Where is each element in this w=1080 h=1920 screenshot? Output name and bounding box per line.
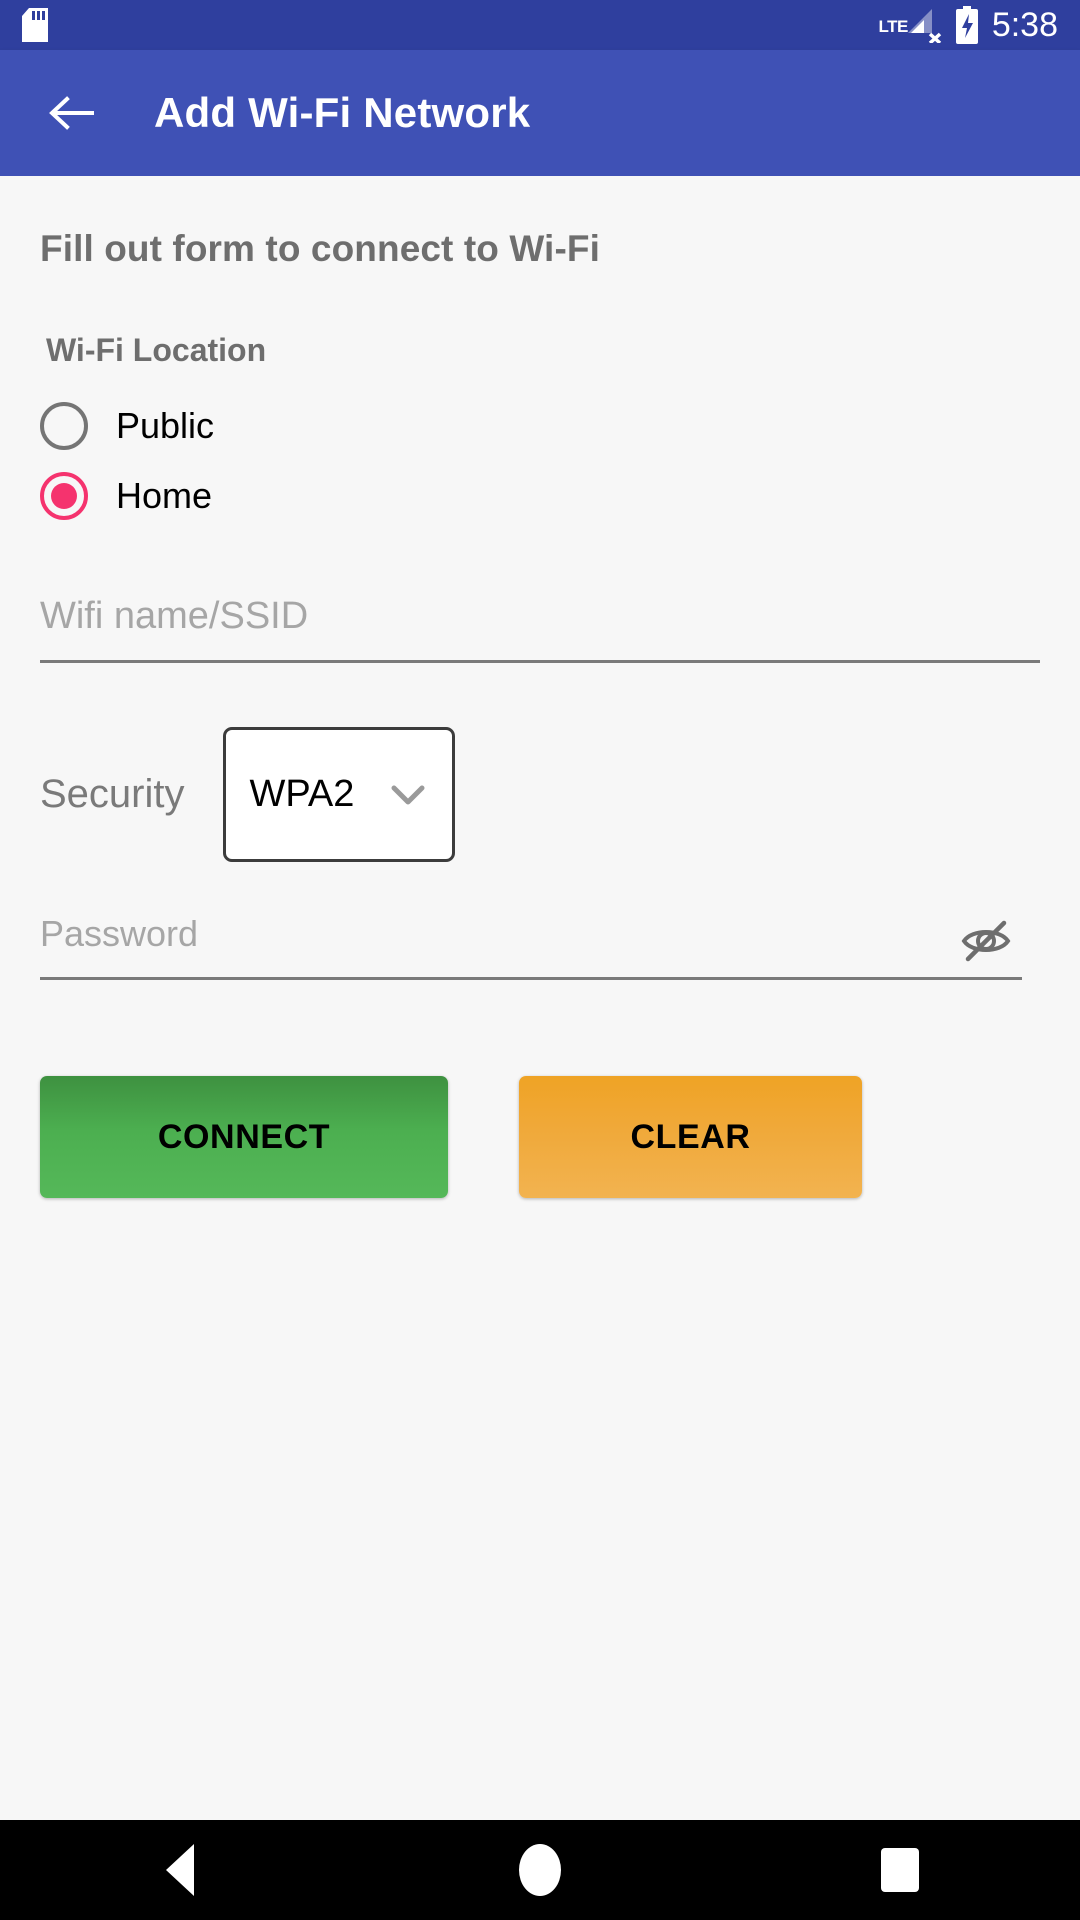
radio-label-home: Home bbox=[116, 475, 213, 516]
radio-circle-public[interactable] bbox=[40, 402, 88, 450]
security-row: Security WPA2 bbox=[40, 727, 1040, 862]
system-nav-bar bbox=[0, 1820, 1080, 1920]
radio-option-public[interactable]: Public bbox=[40, 391, 1040, 461]
form-actions: CONNECT CLEAR bbox=[40, 1076, 1040, 1198]
app-bar: Add Wi-Fi Network bbox=[0, 50, 1080, 176]
sd-card-icon bbox=[22, 8, 48, 42]
radio-label-public: Public bbox=[116, 405, 215, 446]
page-title: Add Wi-Fi Network bbox=[154, 89, 531, 136]
chevron-down-icon bbox=[391, 785, 424, 804]
recents-square-icon bbox=[881, 1848, 919, 1892]
radio-circle-home[interactable] bbox=[40, 472, 88, 520]
security-dropdown[interactable]: WPA2 bbox=[222, 727, 455, 862]
eye-off-icon[interactable] bbox=[960, 919, 1012, 963]
password-input[interactable]: Password bbox=[40, 900, 1022, 980]
form-content: Fill out form to connect to Wi-Fi Wi-Fi … bbox=[0, 176, 1080, 1820]
security-label: Security bbox=[40, 772, 185, 816]
battery-charging-icon bbox=[955, 6, 978, 44]
nav-back-button[interactable] bbox=[90, 1820, 270, 1920]
status-bar-left bbox=[22, 8, 48, 42]
connect-button[interactable]: CONNECT bbox=[40, 1076, 448, 1198]
radio-option-home[interactable]: Home bbox=[40, 461, 1040, 531]
status-bar-right: LTE 5:38 bbox=[876, 6, 1058, 44]
nav-home-button[interactable] bbox=[450, 1820, 630, 1920]
security-dropdown-value: WPA2 bbox=[249, 773, 355, 815]
home-circle-icon bbox=[519, 1844, 561, 1896]
radio-dot-home bbox=[51, 483, 77, 509]
wifi-location-radio-group: Public Home bbox=[40, 391, 1040, 531]
arrow-back-icon[interactable] bbox=[48, 93, 94, 133]
back-triangle-icon bbox=[166, 1844, 194, 1896]
form-heading: Fill out form to connect to Wi-Fi bbox=[40, 228, 600, 269]
phone-screen: LTE 5:38 Add Wi-Fi Network Fill out form… bbox=[0, 0, 1080, 1920]
network-type-label: LTE bbox=[878, 17, 908, 36]
status-bar-clock: 5:38 bbox=[991, 6, 1058, 44]
wifi-location-label: Wi-Fi Location bbox=[46, 332, 267, 368]
ssid-placeholder: Wifi name/SSID bbox=[40, 595, 309, 637]
ssid-input[interactable]: Wifi name/SSID bbox=[40, 583, 1040, 663]
password-placeholder: Password bbox=[40, 912, 199, 954]
signal-indicator: LTE bbox=[876, 7, 941, 43]
status-bar: LTE 5:38 bbox=[0, 0, 1080, 50]
clear-button[interactable]: CLEAR bbox=[519, 1076, 862, 1198]
nav-recents-button[interactable] bbox=[810, 1820, 990, 1920]
